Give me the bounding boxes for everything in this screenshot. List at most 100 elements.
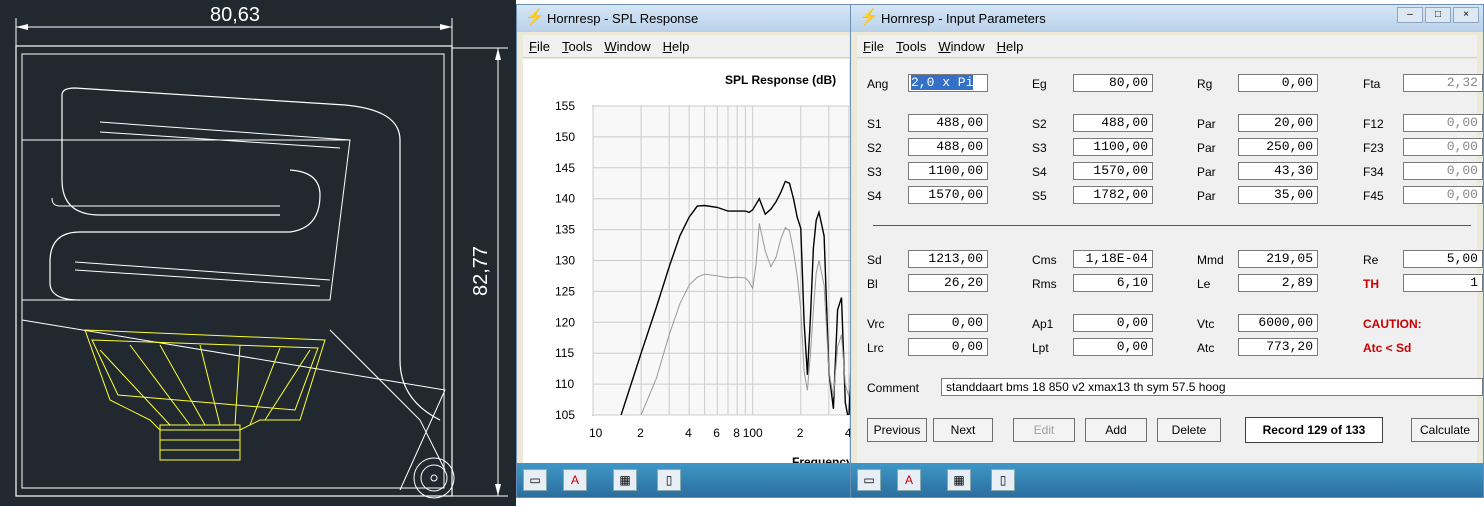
comment-field[interactable]: standdaart bms 18 850 v2 xmax13 th sym 5… xyxy=(941,378,1483,396)
app-icon[interactable]: ▦ xyxy=(613,469,637,491)
cms-field[interactable]: 1,18E-04 xyxy=(1073,250,1153,268)
y-tick-label: 155 xyxy=(555,99,575,113)
ap1-label: Ap1 xyxy=(1032,317,1054,331)
s4-row-field[interactable]: 1570,00 xyxy=(908,186,988,204)
height-dimension-label: 82,77 xyxy=(470,245,492,296)
parameters-form: Ang 2,0 x Pi Eg 80,00 Rg 0,00 Fta 2,32 S… xyxy=(857,59,1483,463)
f23-field[interactable]: 0,00 xyxy=(1403,138,1483,156)
atc-label: Atc xyxy=(1197,341,1215,355)
sd-field[interactable]: 1213,00 xyxy=(908,250,988,268)
mmd-field[interactable]: 219,05 xyxy=(1238,250,1318,268)
x-tick-label: 2 xyxy=(637,426,644,440)
ap1-field[interactable]: 0,00 xyxy=(1073,314,1153,332)
rms-field[interactable]: 6,10 xyxy=(1073,274,1153,292)
vrc-label: Vrc xyxy=(867,317,885,331)
re-label: Re xyxy=(1363,253,1379,267)
th-label: TH xyxy=(1363,277,1379,291)
par3-label: Par xyxy=(1197,165,1216,179)
x-tick-label: 100 xyxy=(743,426,763,440)
s3-field[interactable]: 1100,00 xyxy=(1073,138,1153,156)
folder-icon[interactable]: ▭ xyxy=(857,469,881,491)
pdf-icon[interactable]: A xyxy=(563,469,587,491)
par4-label: Par xyxy=(1197,189,1216,203)
sd-label: Sd xyxy=(867,253,882,267)
caution-text: Atc < Sd xyxy=(1363,341,1412,355)
fta-label: Fta xyxy=(1363,77,1381,91)
th-field[interactable]: 1 xyxy=(1403,274,1483,292)
driver-outline xyxy=(84,329,326,461)
delete-button[interactable]: Delete xyxy=(1157,418,1221,442)
le-label: Le xyxy=(1197,277,1211,291)
s2-label: S2 xyxy=(1032,117,1047,131)
y-tick-label: 140 xyxy=(555,192,575,206)
add-button[interactable]: Add xyxy=(1085,418,1147,442)
f45-label: F45 xyxy=(1363,189,1384,203)
f34-field[interactable]: 0,00 xyxy=(1403,162,1483,180)
le-field[interactable]: 2,89 xyxy=(1238,274,1318,292)
f12-field[interactable]: 0,00 xyxy=(1403,114,1483,132)
s2-row-field[interactable]: 488,00 xyxy=(908,138,988,156)
vrc-field[interactable]: 0,00 xyxy=(908,314,988,332)
re-field[interactable]: 5,00 xyxy=(1403,250,1483,268)
s2-field[interactable]: 488,00 xyxy=(1073,114,1153,132)
inp-menu-help[interactable]: Help xyxy=(997,39,1024,54)
x-tick-label: 6 xyxy=(713,426,720,440)
previous-button[interactable]: Previous xyxy=(867,418,927,442)
next-button[interactable]: Next xyxy=(933,418,993,442)
lpt-field[interactable]: 0,00 xyxy=(1073,338,1153,356)
input-parameters-window[interactable]: ⚡ Hornresp - Input Parameters – □ × File… xyxy=(850,4,1484,498)
spl-response-window[interactable]: ⚡ Hornresp - SPL Response File Tools Windo… xyxy=(516,4,856,498)
par3-field[interactable]: 43,30 xyxy=(1238,162,1318,180)
calculate-button[interactable]: Calculate xyxy=(1411,418,1479,442)
s4-field[interactable]: 1570,00 xyxy=(1073,162,1153,180)
width-dimension-label: 80,63 xyxy=(210,4,261,26)
rg-field[interactable]: 0,00 xyxy=(1238,74,1318,92)
s1-field[interactable]: 488,00 xyxy=(908,114,988,132)
x-tick-label: 10 xyxy=(589,426,603,440)
caution-label: CAUTION: xyxy=(1363,317,1422,331)
ang-field[interactable]: 2,0 x Pi xyxy=(908,74,988,92)
y-tick-label: 130 xyxy=(555,254,575,268)
document-icon[interactable]: ▯ xyxy=(991,469,1015,491)
bl-label: Bl xyxy=(867,277,878,291)
inp-menubar: File Tools Window Help xyxy=(857,35,1477,58)
app-icon[interactable]: ▦ xyxy=(947,469,971,491)
pdf-icon[interactable]: A xyxy=(897,469,921,491)
s3-row-field[interactable]: 1100,00 xyxy=(908,162,988,180)
inp-titlebar[interactable]: ⚡ Hornresp - Input Parameters – □ × xyxy=(851,5,1483,32)
vtc-field[interactable]: 6000,00 xyxy=(1238,314,1318,332)
bl-field[interactable]: 26,20 xyxy=(908,274,988,292)
rg-label: Rg xyxy=(1197,77,1213,91)
f23-label: F23 xyxy=(1363,141,1384,155)
atc-field[interactable]: 773,20 xyxy=(1238,338,1318,356)
par4-field[interactable]: 35,00 xyxy=(1238,186,1318,204)
inp-menu-tools[interactable]: Tools xyxy=(896,39,926,54)
x-tick-label: 4 xyxy=(685,426,692,440)
inp-menu-file[interactable]: File xyxy=(863,39,884,54)
y-tick-label: 110 xyxy=(555,377,574,391)
f45-field[interactable]: 0,00 xyxy=(1403,186,1483,204)
fta-field[interactable]: 2,32 xyxy=(1403,74,1483,92)
par1-label: Par xyxy=(1197,117,1216,131)
lpt-label: Lpt xyxy=(1032,341,1049,355)
ang-label: Ang xyxy=(867,77,889,91)
s5-label: S5 xyxy=(1032,189,1047,203)
close-icon[interactable]: × xyxy=(1453,7,1479,23)
par1-field[interactable]: 20,00 xyxy=(1238,114,1318,132)
y-tick-label: 145 xyxy=(555,161,575,175)
folder-icon[interactable]: ▭ xyxy=(523,469,547,491)
inp-menu-window[interactable]: Window xyxy=(938,39,984,54)
spl-bottom-strip: ▭ A ▦ ▯ xyxy=(517,463,855,497)
x-tick-label: 8 xyxy=(733,426,740,440)
minimize-icon[interactable]: – xyxy=(1397,7,1423,23)
s4-label: S4 xyxy=(1032,165,1047,179)
par2-field[interactable]: 250,00 xyxy=(1238,138,1318,156)
lrc-field[interactable]: 0,00 xyxy=(908,338,988,356)
maximize-icon[interactable]: □ xyxy=(1425,7,1451,23)
x-tick-label: 2 xyxy=(797,426,804,440)
document-icon[interactable]: ▯ xyxy=(657,469,681,491)
s3-label: S3 xyxy=(1032,141,1047,155)
edit-button[interactable]: Edit xyxy=(1013,418,1075,442)
eg-field[interactable]: 80,00 xyxy=(1073,74,1153,92)
s5-field[interactable]: 1782,00 xyxy=(1073,186,1153,204)
